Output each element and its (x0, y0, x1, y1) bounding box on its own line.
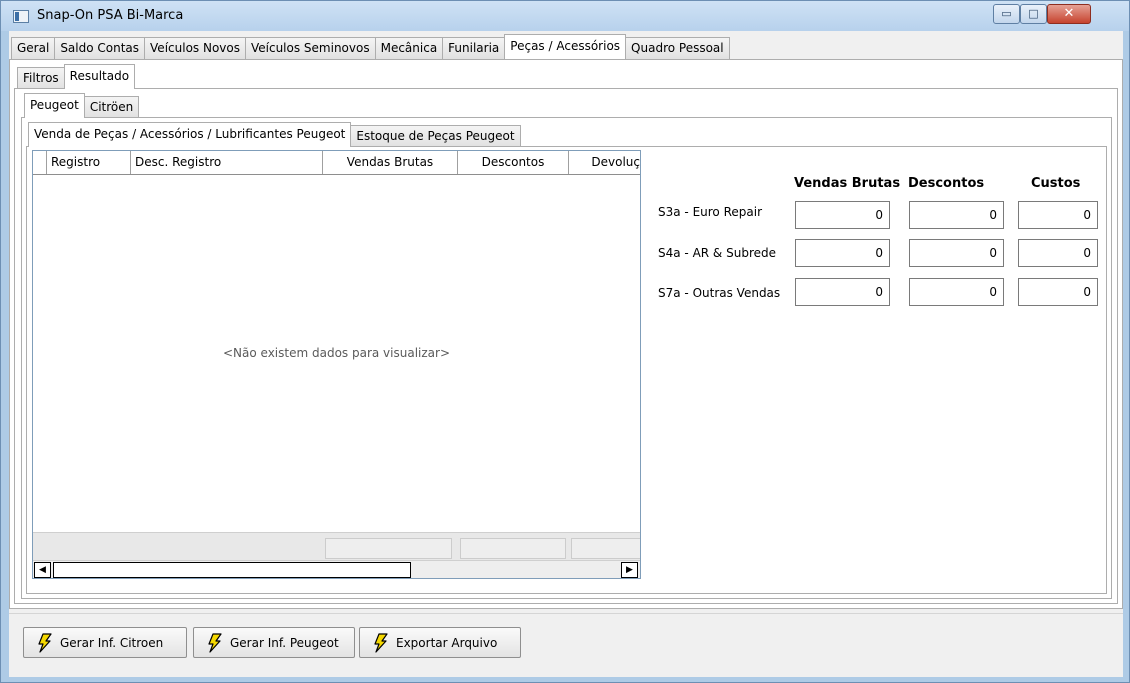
row-label-euro-repair: S3a - Euro Repair (658, 205, 762, 219)
tab-estoque-pecas[interactable]: Estoque de Peças Peugeot (350, 125, 521, 147)
brand-tabbar: Peugeot Citröen (24, 93, 140, 118)
data-grid[interactable]: Registro Desc. Registro Vendas Brutas De… (32, 150, 641, 579)
field-outras-vendas-custos[interactable]: 0 (1018, 278, 1098, 306)
report-tabbar: Venda de Peças / Acessórios / Lubrifican… (28, 122, 521, 147)
field-outras-vendas-vendas[interactable]: 0 (795, 278, 890, 306)
tab-funilaria[interactable]: Funilaria (442, 37, 506, 59)
maximize-button[interactable]: □ (1020, 4, 1047, 24)
col-vendas-brutas[interactable]: Vendas Brutas (323, 151, 458, 174)
window-title: Snap-On PSA Bi-Marca (37, 8, 184, 23)
grid-empty-message: <Não existem dados para visualizar> (222, 346, 450, 360)
grid-summary-row (33, 532, 640, 560)
tab-quadro-pessoal[interactable]: Quadro Pessoal (625, 37, 730, 59)
lightning-icon (208, 632, 222, 653)
gerar-inf-peugeot-button[interactable]: Gerar Inf. Peugeot (193, 627, 355, 658)
tab-veiculos-seminovos[interactable]: Veículos Seminovos (244, 37, 376, 59)
view-tabbar: Filtros Resultado (17, 64, 136, 89)
tab-resultado[interactable]: Resultado (63, 64, 136, 89)
scroll-right-icon[interactable]: ▶ (621, 562, 638, 578)
main-tabbar: Geral Saldo Contas Veículos Novos Veícul… (11, 34, 730, 59)
app-icon (13, 10, 29, 23)
col-desc-registro[interactable]: Desc. Registro (131, 151, 323, 174)
tab-filtros[interactable]: Filtros (17, 67, 65, 89)
col-registro[interactable]: Registro (47, 151, 131, 174)
tab-venda-pecas[interactable]: Venda de Peças / Acessórios / Lubrifican… (28, 122, 352, 147)
row-label-outras-vendas: S7a - Outras Vendas (658, 286, 781, 300)
field-ar-subrede-custos[interactable]: 0 (1018, 239, 1098, 267)
summary-cell-devolucoes (571, 538, 640, 559)
tab-saldo-contas[interactable]: Saldo Contas (54, 37, 146, 59)
exportar-arquivo-label: Exportar Arquivo (396, 635, 498, 650)
tab-veiculos-novos[interactable]: Veículos Novos (144, 37, 246, 59)
field-ar-subrede-vendas[interactable]: 0 (795, 239, 890, 267)
exportar-arquivo-button[interactable]: Exportar Arquivo (359, 627, 521, 658)
tab-mecanica[interactable]: Mecânica (374, 37, 444, 59)
tab-peugeot[interactable]: Peugeot (24, 93, 85, 118)
lightning-icon (38, 632, 52, 653)
tab-pecas-acessorios[interactable]: Peças / Acessórios (504, 34, 627, 59)
gerar-inf-citroen-label: Gerar Inf. Citroen (60, 635, 164, 650)
horizontal-scrollbar[interactable]: ◀ ▶ (33, 560, 640, 578)
gerar-inf-peugeot-label: Gerar Inf. Peugeot (230, 635, 339, 650)
tab-citroen[interactable]: Citröen (83, 96, 140, 118)
summary-header-custos: Custos (1031, 176, 1081, 191)
summary-header-descontos: Descontos (908, 176, 985, 191)
scroll-thumb[interactable] (53, 562, 411, 578)
row-indicator-header (33, 151, 47, 174)
lightning-icon (374, 632, 388, 653)
summary-header-vendas-brutas: Vendas Brutas (794, 176, 901, 191)
title-bar[interactable]: Snap-On PSA Bi-Marca ▭ □ ✕ (1, 1, 1129, 31)
summary-cell-descontos (460, 538, 566, 559)
col-descontos[interactable]: Descontos (458, 151, 569, 174)
minimize-button[interactable]: ▭ (993, 4, 1020, 24)
grid-header: Registro Desc. Registro Vendas Brutas De… (33, 151, 640, 175)
field-euro-repair-vendas[interactable]: 0 (795, 201, 890, 229)
field-ar-subrede-descontos[interactable]: 0 (909, 239, 1004, 267)
field-euro-repair-custos[interactable]: 0 (1018, 201, 1098, 229)
row-label-ar-subrede: S4a - AR & Subrede (658, 246, 776, 260)
field-outras-vendas-descontos[interactable]: 0 (909, 278, 1004, 306)
tab-geral[interactable]: Geral (11, 37, 56, 59)
summary-cell-vendas (325, 538, 452, 559)
field-euro-repair-descontos[interactable]: 0 (909, 201, 1004, 229)
scroll-left-icon[interactable]: ◀ (34, 562, 51, 578)
app-window: Snap-On PSA Bi-Marca ▭ □ ✕ Geral Saldo C… (0, 0, 1130, 683)
client-area: Geral Saldo Contas Veículos Novos Veícul… (9, 31, 1123, 677)
gerar-inf-citroen-button[interactable]: Gerar Inf. Citroen (23, 627, 187, 658)
close-button[interactable]: ✕ (1047, 4, 1091, 24)
col-devolucoes[interactable]: Devoluç (569, 151, 640, 174)
